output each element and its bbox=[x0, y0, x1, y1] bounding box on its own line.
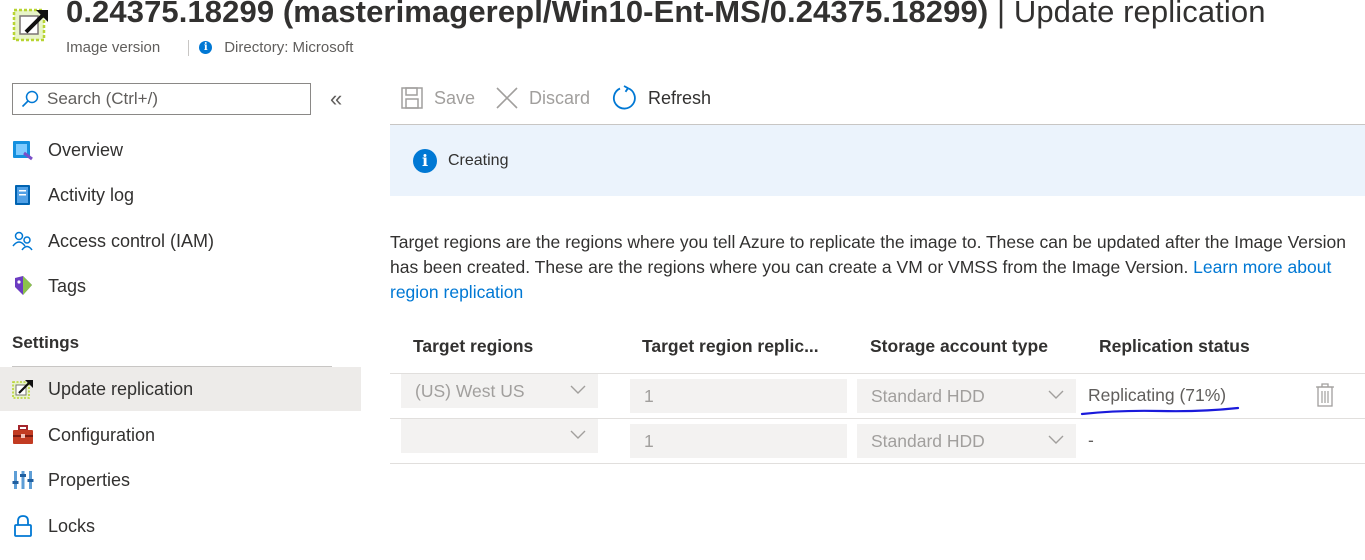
edit-image-icon bbox=[12, 8, 48, 42]
title-separator: | bbox=[988, 0, 1014, 29]
column-header-storage-type: Storage account type bbox=[870, 336, 1048, 356]
region-value: (US) West US bbox=[415, 380, 525, 401]
blade-title: Update replication bbox=[1013, 0, 1266, 29]
lock-icon bbox=[12, 515, 34, 537]
activity-log-icon bbox=[12, 184, 34, 206]
close-icon bbox=[495, 86, 519, 110]
sidebar-item-locks[interactable]: Locks bbox=[0, 504, 361, 548]
sidebar-item-activity-log[interactable]: Activity log bbox=[0, 173, 361, 217]
region-dropdown[interactable]: (US) West US bbox=[401, 374, 598, 408]
sidebar-item-label: Update replication bbox=[48, 378, 194, 399]
refresh-icon bbox=[612, 85, 638, 111]
region-dropdown[interactable] bbox=[401, 419, 598, 453]
iam-icon bbox=[12, 230, 34, 252]
chevron-down-icon bbox=[1048, 435, 1064, 444]
chevron-down-icon bbox=[570, 430, 586, 439]
save-icon bbox=[400, 86, 424, 110]
refresh-button[interactable]: Refresh bbox=[612, 84, 711, 112]
overview-icon bbox=[12, 139, 34, 161]
replica-count-value: 1 bbox=[644, 430, 654, 451]
banner-text: Creating bbox=[448, 151, 509, 169]
replication-status: - bbox=[1088, 430, 1094, 450]
delete-icon[interactable] bbox=[1315, 383, 1335, 407]
row-divider bbox=[390, 463, 1365, 464]
annotation-underline bbox=[1080, 406, 1240, 416]
status-banner: i Creating bbox=[390, 125, 1365, 196]
sidebar-item-update-replication[interactable]: Update replication bbox=[0, 367, 361, 411]
sidebar-item-access-control[interactable]: Access control (IAM) bbox=[0, 219, 361, 263]
info-icon: i bbox=[199, 41, 213, 54]
storage-type-dropdown[interactable]: Standard HDD bbox=[857, 379, 1076, 413]
replica-count-input[interactable]: 1 bbox=[630, 424, 847, 458]
save-button[interactable]: Save bbox=[400, 84, 475, 112]
sidebar-item-label: Access control (IAM) bbox=[48, 230, 215, 251]
search-icon bbox=[21, 90, 39, 108]
sidebar-item-label: Properties bbox=[48, 469, 131, 490]
column-header-replica-count: Target region replic... bbox=[642, 336, 819, 356]
sidebar-item-configuration[interactable]: Configuration bbox=[0, 413, 361, 457]
chevron-down-icon bbox=[1048, 390, 1064, 399]
sidebar-item-label: Activity log bbox=[48, 184, 135, 205]
storage-type-value: Standard HDD bbox=[871, 430, 985, 451]
page-title: 0.24375.18299 (masterimagerepl/Win10-Ent… bbox=[66, 0, 1266, 30]
sidebar-item-label: Overview bbox=[48, 139, 124, 160]
storage-type-value: Standard HDD bbox=[871, 385, 985, 406]
description: Target regions are the regions where you… bbox=[390, 230, 1350, 305]
chevron-down-icon bbox=[570, 385, 586, 394]
refresh-label: Refresh bbox=[648, 87, 712, 108]
properties-icon bbox=[12, 469, 34, 491]
column-header-replication-status: Replication status bbox=[1099, 336, 1250, 356]
info-icon: i bbox=[413, 148, 437, 173]
discard-button[interactable]: Discard bbox=[495, 84, 590, 112]
sidebar-item-tags[interactable]: Tags bbox=[0, 264, 361, 308]
sidebar-item-label: Locks bbox=[48, 515, 96, 536]
search-input[interactable] bbox=[47, 89, 297, 109]
update-replication-icon bbox=[12, 378, 34, 400]
resource-type: Image version bbox=[66, 39, 161, 56]
column-header-target-regions: Target regions bbox=[413, 336, 534, 356]
replica-count-value: 1 bbox=[644, 385, 654, 406]
replica-count-input[interactable]: 1 bbox=[630, 379, 847, 413]
sidebar-item-label: Tags bbox=[48, 275, 87, 296]
sidebar-item-properties[interactable]: Properties bbox=[0, 458, 361, 502]
sidebar-item-overview[interactable]: Overview bbox=[0, 128, 361, 172]
save-label: Save bbox=[434, 87, 476, 108]
image-version-title: 0.24375.18299 (masterimagerepl/Win10-Ent… bbox=[66, 0, 989, 29]
subtitle-divider bbox=[188, 39, 190, 56]
tag-icon bbox=[12, 275, 34, 297]
storage-type-dropdown[interactable]: Standard HDD bbox=[857, 424, 1076, 458]
configuration-icon bbox=[12, 424, 34, 446]
search-box[interactable] bbox=[12, 83, 311, 115]
discard-label: Discard bbox=[529, 87, 591, 108]
page-subtitle: Image version i Directory: Microsoft bbox=[66, 39, 353, 56]
settings-section-label: Settings bbox=[12, 333, 80, 352]
replication-status: Replicating (71%) bbox=[1088, 385, 1227, 405]
directory-label: Directory: Microsoft bbox=[224, 39, 354, 56]
sidebar-item-label: Configuration bbox=[48, 424, 156, 445]
collapse-sidebar-button[interactable]: « bbox=[330, 86, 342, 112]
